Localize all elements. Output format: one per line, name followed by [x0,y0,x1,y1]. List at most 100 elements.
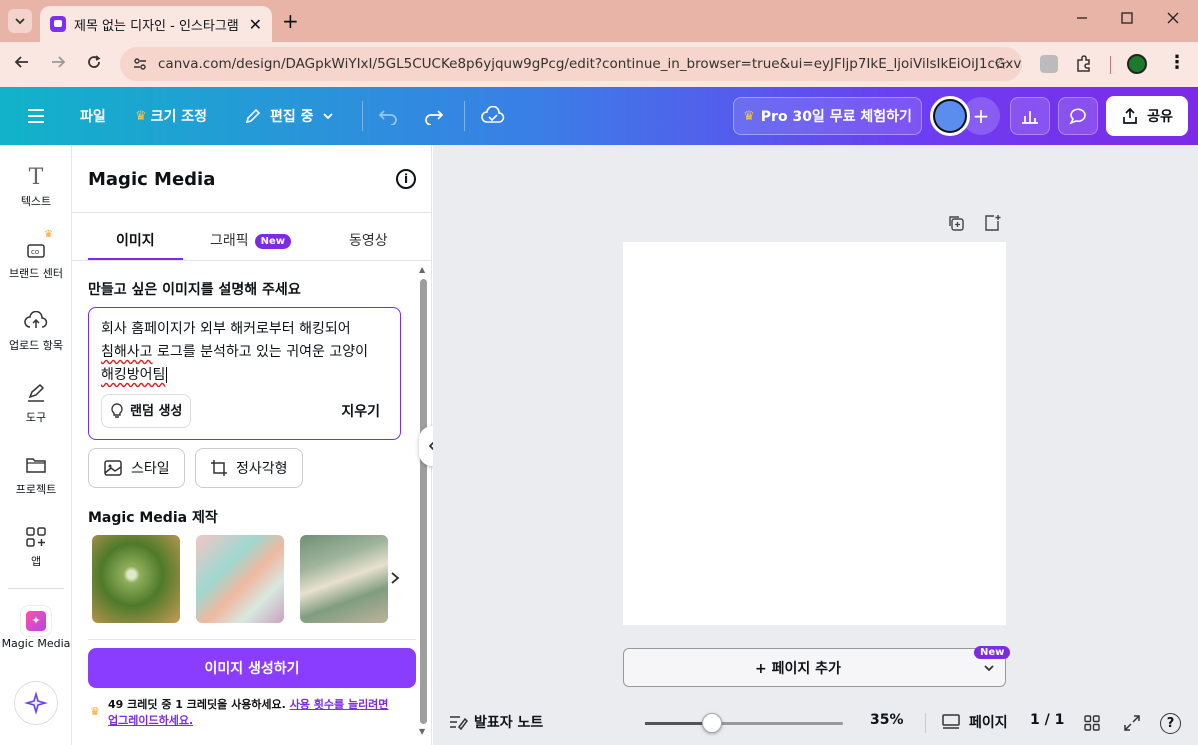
duplicate-page-icon[interactable] [947,214,965,236]
minimize-icon[interactable] [1075,10,1089,29]
rail-item-text[interactable]: T 텍스트 [0,163,72,209]
tab-image[interactable]: 이미지 [116,230,155,250]
chevron-down-icon [983,664,994,671]
rail-item-apps[interactable]: 앱 [0,523,72,569]
analytics-icon[interactable] [1010,97,1050,135]
reload-icon[interactable] [86,54,102,75]
style-button[interactable]: 스타일 [88,448,185,488]
new-badge: New [974,646,1011,659]
address-bar-row: canva.com/design/DAGpkWiYIxI/5GL5CUCKe8p… [0,42,1198,87]
cloud-save-icon[interactable] [481,87,505,145]
zoom-slider-handle[interactable] [702,713,722,733]
clear-button[interactable]: 지우기 [341,401,380,424]
chevron-down-icon [322,113,333,120]
scroll-down-icon[interactable]: ▼ [419,727,425,736]
magic-assistant-button[interactable] [14,681,58,725]
upgrade-link[interactable]: 업그레이드하세요. [108,714,193,727]
prompt-textarea[interactable]: 회사 홈페이지가 외부 해커로부터 해킹되어 침해사고 로그를 분석하고 있는 … [88,307,401,440]
crown-icon: ♛ [44,229,53,240]
style-label: 스타일 [131,461,170,477]
share-button[interactable]: 공유 [1106,96,1188,136]
crop-icon [211,460,227,476]
tab-graphic[interactable]: 그래픽 New [210,230,292,250]
draw-tool-icon [0,379,72,407]
brand-center-icon: co ♛ [0,229,72,263]
generate-image-button[interactable]: 이미지 생성하기 [88,648,416,688]
bookmark-star-icon[interactable]: ☆ [994,54,1008,73]
scroll-up-icon[interactable]: ▲ [419,265,425,274]
example-image-dewdrop[interactable] [92,535,180,623]
rail-item-uploads[interactable]: 업로드 항목 [0,307,72,353]
redo-icon[interactable] [424,87,444,145]
url-field[interactable]: canva.com/design/DAGpkWiYIxI/5GL5CUCKe8p… [120,47,1022,81]
pro-trial-button[interactable]: ♛ Pro 30일 무료 체험하기 [733,97,922,135]
rail-item-projects[interactable]: 프로젝트 [0,451,72,497]
fullscreen-icon[interactable] [1123,714,1141,736]
notes-icon [450,716,468,730]
add-page-button[interactable]: + 페이지 추가 [623,648,973,687]
close-window-icon[interactable] [1166,10,1180,29]
rail-label: Magic Media [1,637,71,650]
example-image-marble[interactable] [300,535,388,623]
share-label: 공유 [1147,109,1173,125]
image-icon [104,460,122,476]
aspect-label: 정사각형 [236,461,288,477]
maximize-icon[interactable] [1120,10,1134,29]
text-cursor [166,367,168,383]
panel-scrollbar[interactable]: ▲ ▼ [419,265,427,737]
random-generate-button[interactable]: 랜덤 생성 [101,394,192,428]
chevron-down-icon [15,18,25,25]
rail-label: 업로드 항목 [8,339,64,352]
extension-icon[interactable] [1040,55,1058,73]
made-with-label: Magic Media 제작 [88,510,218,526]
credit-note: 49 크레딧 중 1 크레딧을 사용하세요. 사용 횟수를 늘리려면 업그레이드하… [108,697,408,729]
new-tab-button[interactable]: + [282,9,299,33]
pencil-icon [245,108,261,124]
zoom-slider[interactable] [645,722,843,725]
design-page[interactable] [623,242,1006,625]
text-icon: T [28,164,44,190]
tab-title: 제목 없는 디자인 - 인스타그램 [74,18,239,34]
more-menu-icon[interactable]: ⋮ [1168,52,1186,73]
info-icon[interactable]: i [396,169,416,189]
tab-list-button[interactable] [8,9,32,33]
profile-avatar[interactable] [1127,54,1147,74]
grid-view-icon[interactable] [1083,714,1101,736]
comment-icon[interactable] [1058,97,1098,135]
prompt-label: 만들고 싶은 이미지를 설명해 주세요 [88,282,301,298]
tab-graphic-label: 그래픽 [210,233,249,249]
back-icon[interactable] [14,54,30,75]
puzzle-icon[interactable] [1074,54,1094,78]
file-menu[interactable]: 파일 [80,87,106,145]
aspect-ratio-button[interactable]: 정사각형 [195,448,303,488]
resize-button[interactable]: ♛ 크기 조정 [135,87,207,145]
browser-tab-bar: 제목 없는 디자인 - 인스타그램 ✕ + [0,0,1198,42]
divider [1110,56,1111,74]
help-icon[interactable]: ? [1160,713,1181,734]
notes-label: 발표자 노트 [474,715,544,731]
rail-item-tools[interactable]: 도구 [0,379,72,425]
example-image-glass[interactable] [196,535,284,623]
rail-item-magic-media[interactable]: ✦ Magic Media [0,606,72,650]
editing-mode-button[interactable]: 편집 중 [244,87,334,145]
zoom-level[interactable]: 35% [870,712,904,728]
user-avatar[interactable] [930,96,970,136]
rail-label: 브랜드 센터 [8,267,64,280]
rail-label: 텍스트 [20,195,52,208]
upgrade-link[interactable]: 사용 횟수를 늘리려면 [290,698,389,711]
canva-favicon-icon [50,16,66,32]
pages-button[interactable]: 페이지 [941,712,1008,732]
undo-icon[interactable] [378,87,398,145]
tab-close-icon[interactable]: ✕ [249,15,262,34]
menu-icon[interactable] [26,87,46,145]
site-settings-icon[interactable] [132,56,148,76]
rail-item-brand[interactable]: co ♛ 브랜드 센터 [0,229,72,281]
chevron-right-icon[interactable] [390,569,400,590]
tab-video[interactable]: 동영상 [349,230,388,250]
add-page-icon[interactable] [983,214,1001,236]
magic-media-panel: Magic Media i 이미지 그래픽 New 동영상 만들고 싶은 이미지를… [72,145,432,745]
scrollbar-thumb[interactable] [420,279,427,724]
forward-icon[interactable] [50,54,66,75]
browser-tab[interactable]: 제목 없는 디자인 - 인스타그램 ✕ [40,6,272,42]
presenter-notes-button[interactable]: 발표자 노트 [448,712,543,732]
